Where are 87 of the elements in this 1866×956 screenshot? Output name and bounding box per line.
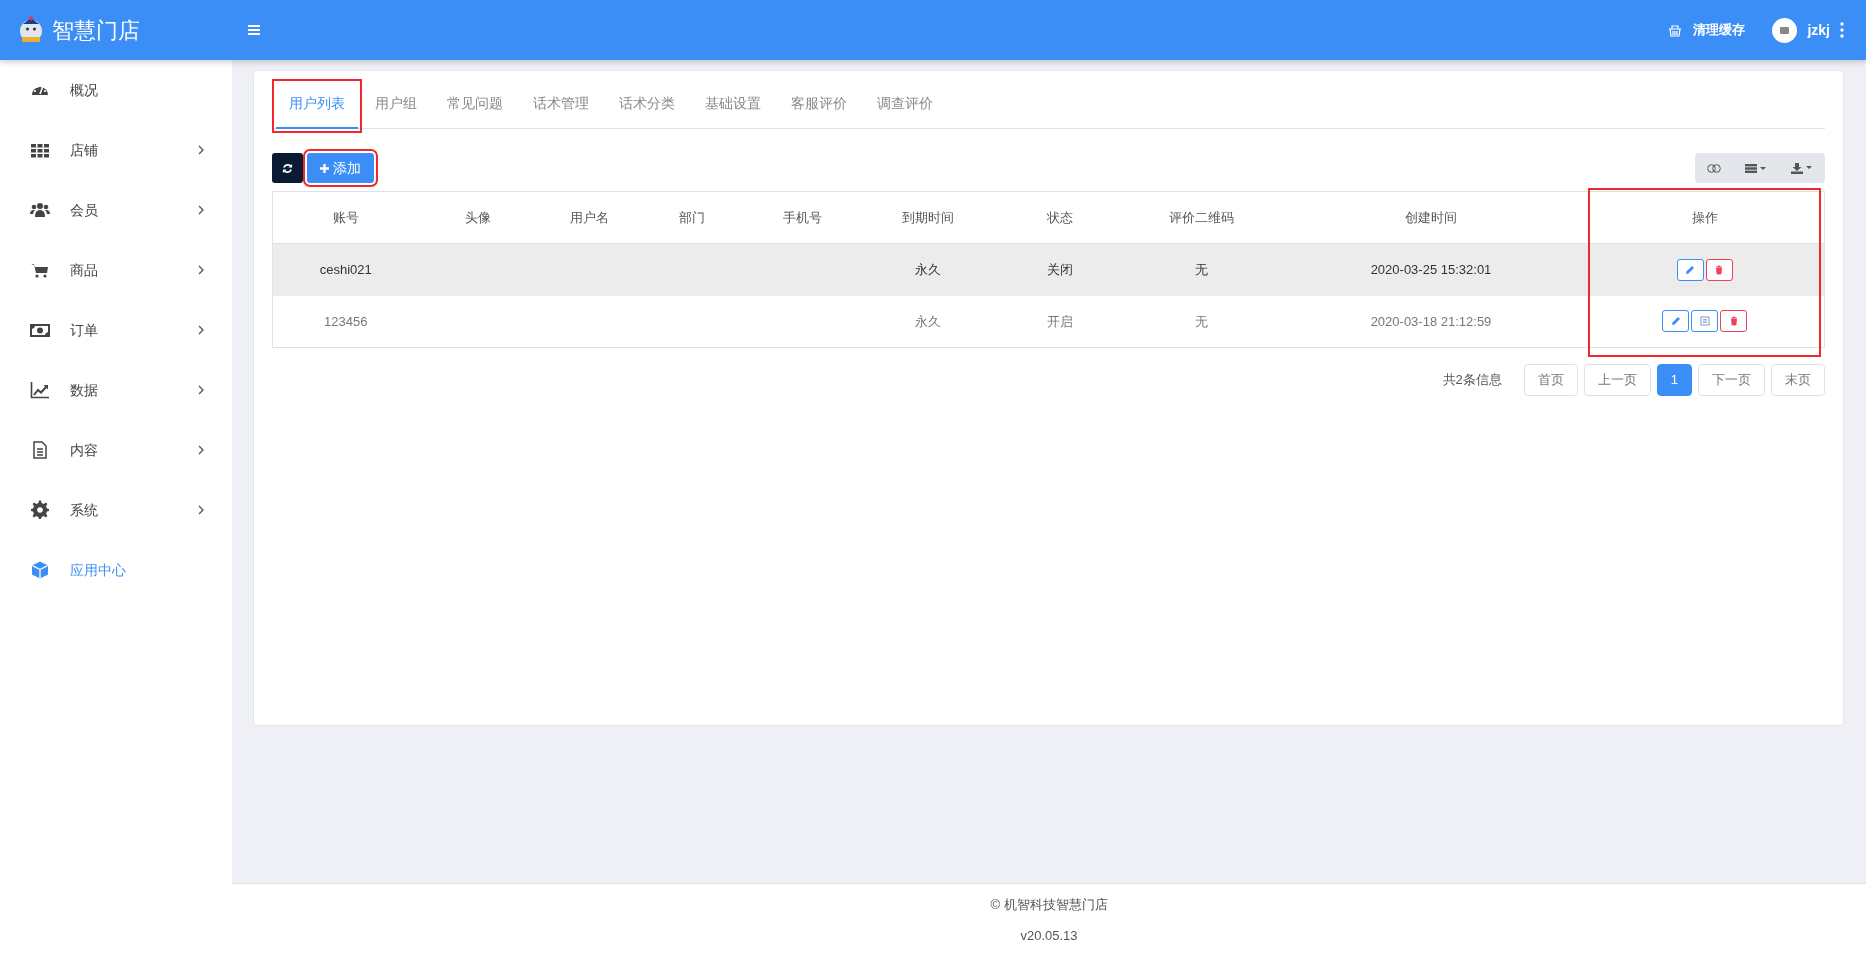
- copyright-text: © 机智科技智慧门店: [990, 895, 1108, 914]
- table-cell: 关闭: [993, 243, 1127, 296]
- chevron-right-icon: [198, 205, 204, 215]
- table-cell: 开启: [993, 295, 1127, 348]
- column-header: 手机号: [742, 191, 863, 244]
- tab[interactable]: 调查评价: [864, 83, 946, 129]
- chevron-right-icon: [198, 145, 204, 155]
- refresh-icon: [282, 162, 293, 174]
- chevron-right-icon: [198, 385, 204, 395]
- tab[interactable]: 话术管理: [520, 83, 602, 129]
- plus-icon: [320, 163, 329, 173]
- tab[interactable]: 话术分类: [606, 83, 688, 129]
- menu-label: 订单: [70, 320, 98, 340]
- page-button[interactable]: 末页: [1771, 364, 1825, 396]
- edit-button[interactable]: [1662, 310, 1690, 332]
- list-icon: [1745, 164, 1767, 174]
- pencil-icon: [1684, 263, 1697, 276]
- tab[interactable]: 基础设置: [692, 83, 774, 129]
- chevron-right-icon: [198, 265, 204, 275]
- column-header: 头像: [418, 191, 537, 244]
- menu-label: 数据: [70, 380, 98, 400]
- version-text: v20.05.13: [1020, 927, 1078, 945]
- menu-label: 商品: [70, 260, 98, 280]
- line-chart-icon: [30, 380, 50, 400]
- chevron-right-icon: [198, 505, 204, 515]
- column-header: 评价二维码: [1126, 191, 1277, 244]
- table-cell: 无: [1126, 295, 1277, 348]
- basket-icon[interactable]: [1668, 23, 1683, 37]
- download-icon: [1791, 163, 1813, 175]
- menu-icon[interactable]: [248, 25, 260, 35]
- table-cell: 永久: [862, 243, 994, 296]
- table-cell: 2020-03-18 21:12:59: [1276, 295, 1586, 348]
- menu-label: 店铺: [70, 140, 98, 160]
- sidebar-item[interactable]: 会员: [0, 180, 232, 240]
- sidebar-item[interactable]: 数据: [0, 360, 232, 420]
- menu-label: 系统: [70, 500, 98, 520]
- sidebar-item[interactable]: 应用中心: [0, 540, 232, 600]
- page-button[interactable]: 上一页: [1583, 364, 1651, 396]
- sidebar-item[interactable]: 内容: [0, 420, 232, 480]
- pencil-icon: [1669, 315, 1682, 327]
- sidebar-item[interactable]: 店铺: [0, 120, 232, 180]
- app-title: 智慧门店: [52, 16, 140, 45]
- sidebar-item[interactable]: 商品: [0, 240, 232, 300]
- tab[interactable]: 用户组: [362, 83, 430, 129]
- menu-label: 内容: [70, 440, 98, 460]
- username[interactable]: jzkj: [1807, 19, 1830, 41]
- users-icon: [30, 200, 50, 220]
- menu-label: 会员: [70, 200, 98, 220]
- qr-code-button[interactable]: [1691, 310, 1719, 332]
- table-cell: 永久: [862, 295, 994, 348]
- table-cell: 123456: [272, 295, 419, 348]
- settings-icon: [30, 500, 50, 520]
- column-header: 操作: [1585, 191, 1825, 244]
- page-button[interactable]: 1: [1656, 364, 1692, 396]
- edit-button[interactable]: [1676, 258, 1704, 281]
- sidebar-item[interactable]: 概况: [0, 60, 232, 120]
- delete-button[interactable]: [1705, 258, 1733, 281]
- tab[interactable]: 客服评价: [778, 83, 860, 129]
- toggle-icon: [1707, 164, 1721, 174]
- sidebar-item[interactable]: 订单: [0, 300, 232, 360]
- clear-cache-button[interactable]: 清理缓存: [1692, 19, 1747, 41]
- table-cell: ceshi021: [272, 243, 419, 296]
- chevron-right-icon: [198, 445, 204, 455]
- table-cell: 无: [1126, 243, 1277, 296]
- sidebar-item[interactable]: 系统: [0, 480, 232, 540]
- qr-code-icon: [1698, 315, 1711, 327]
- menu-label: 概况: [70, 80, 98, 100]
- table-cell: 2020-03-25 15:32:01: [1276, 243, 1586, 296]
- column-header: 部门: [641, 191, 743, 244]
- page-button[interactable]: 首页: [1523, 364, 1578, 396]
- page-button[interactable]: 下一页: [1698, 364, 1765, 396]
- column-header: 到期时间: [862, 191, 994, 244]
- column-header: 创建时间: [1276, 191, 1586, 244]
- delete-button[interactable]: [1720, 310, 1748, 332]
- record-count: 共2条信息: [1442, 371, 1502, 390]
- column-header: 用户名: [536, 191, 642, 244]
- cube-icon: [30, 560, 50, 580]
- menu-label: 应用中心: [70, 560, 126, 580]
- column-header: 账号: [272, 191, 419, 244]
- chevron-right-icon: [198, 325, 204, 335]
- document-icon: [30, 440, 50, 460]
- more-options-icon[interactable]: [1840, 22, 1844, 38]
- refresh-button[interactable]: [272, 153, 303, 183]
- avatar-icon[interactable]: [1772, 17, 1798, 43]
- mascot-logo-icon: [18, 16, 44, 44]
- tab[interactable]: 常见问题: [434, 83, 516, 129]
- column-header: 状态: [993, 191, 1127, 244]
